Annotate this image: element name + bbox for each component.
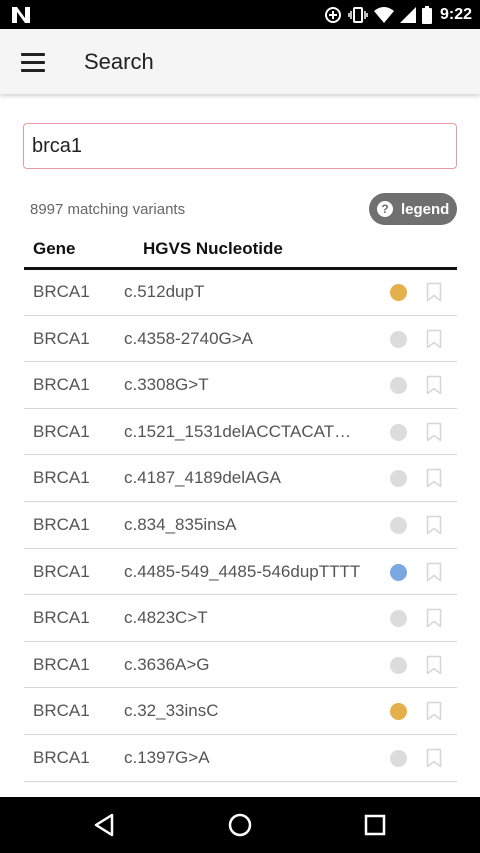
bookmark-icon[interactable] — [426, 282, 442, 302]
bookmark-icon[interactable] — [426, 701, 442, 721]
home-icon[interactable] — [224, 809, 256, 841]
legend-button[interactable]: ? legend — [369, 193, 457, 225]
vibrate-icon — [348, 6, 368, 23]
table-row[interactable]: BRCA1 c.32_33insC — [24, 688, 457, 735]
menu-icon-bar — [21, 52, 45, 56]
gene-cell: BRCA1 — [33, 654, 90, 674]
bookmark-icon[interactable] — [426, 748, 442, 768]
significance-dot — [390, 284, 407, 301]
clock-time: 9:22 — [439, 5, 472, 23]
significance-dot — [390, 703, 407, 721]
gene-cell: BRCA1 — [33, 282, 90, 301]
result-count: 8997 matching variants — [30, 201, 186, 218]
bookmark-icon[interactable] — [426, 468, 442, 488]
gene-cell: BRCA1 — [33, 701, 90, 721]
search-input[interactable] — [23, 123, 457, 169]
help-icon: ? — [377, 201, 393, 217]
hgvs-cell: c.4358-2740G>A — [124, 328, 254, 348]
bookmark-icon[interactable] — [426, 329, 442, 349]
recents-icon[interactable] — [359, 809, 391, 841]
legend-label: legend — [401, 200, 450, 218]
table-row[interactable]: BRCA1 c.834_835insA — [24, 502, 457, 549]
significance-dot — [390, 749, 407, 767]
gene-cell: BRCA1 — [33, 468, 90, 488]
column-header-hgvs: HGVS Nucleotide — [143, 239, 283, 258]
gene-cell: BRCA1 — [33, 375, 90, 395]
page-title: Search — [84, 49, 154, 74]
significance-dot — [390, 516, 407, 534]
app-bar: Search — [0, 29, 480, 94]
battery-icon — [421, 5, 432, 24]
signal-icon — [399, 6, 416, 23]
gene-cell: BRCA1 — [33, 608, 90, 628]
gene-cell: BRCA1 — [33, 747, 90, 767]
table-row[interactable]: BRCA1 c.4187_4189delAGA — [24, 455, 457, 502]
significance-dot — [390, 563, 407, 581]
status-icons: 9:22 — [324, 0, 472, 29]
table-row[interactable]: BRCA1 c.3636A>G — [24, 642, 457, 689]
menu-button[interactable] — [14, 43, 52, 81]
bookmark-icon[interactable] — [426, 655, 442, 675]
bookmark-icon[interactable] — [426, 375, 442, 395]
gene-cell: BRCA1 — [33, 561, 90, 581]
hgvs-cell: c.3308G>T — [124, 375, 209, 395]
back-icon[interactable] — [88, 809, 120, 841]
hgvs-cell: c.4187_4189delAGA — [124, 468, 281, 488]
table-header: Gene HGVS Nucleotide — [24, 236, 457, 270]
menu-icon-bar — [21, 68, 45, 72]
table-row[interactable]: BRCA1 c.4485-549_4485-546dupTTTT — [24, 549, 457, 596]
gene-cell: BRCA1 — [33, 421, 90, 441]
significance-dot — [390, 470, 407, 488]
results-table: BRCA1 c.512dupT BRCA1 c.4358-2740G>A BRCA1 c.… — [24, 269, 457, 782]
hgvs-cell: c.32_33insC — [124, 701, 219, 721]
hgvs-cell: c.3636A>G — [124, 654, 210, 674]
bookmark-icon[interactable] — [426, 608, 442, 628]
hgvs-cell: c.834_835insA — [124, 514, 237, 534]
column-header-gene: Gene — [33, 239, 76, 258]
status-bar: 9:22 — [0, 0, 480, 29]
significance-dot — [390, 656, 407, 674]
bookmark-icon[interactable] — [426, 422, 442, 442]
hgvs-cell: c.512dupT — [124, 282, 205, 301]
hgvs-cell: c.4485-549_4485-546dupTTTT — [124, 561, 361, 581]
bookmark-icon[interactable] — [426, 562, 442, 582]
table-row[interactable]: BRCA1 c.4358-2740G>A — [24, 316, 457, 363]
notification-n-icon — [12, 7, 30, 23]
significance-dot — [390, 330, 407, 348]
significance-dot — [390, 377, 407, 395]
data-saver-icon — [324, 6, 341, 23]
menu-icon-bar — [21, 60, 45, 64]
hgvs-cell: c.4823C>T — [124, 608, 208, 628]
gene-cell: BRCA1 — [33, 514, 90, 534]
table-row[interactable]: BRCA1 c.1521_1531delACCTACATCAT — [24, 409, 457, 456]
significance-dot — [390, 610, 407, 628]
hgvs-cell: c.1397G>A — [124, 747, 210, 767]
table-row[interactable]: BRCA1 c.512dupT — [24, 269, 457, 316]
table-row[interactable]: BRCA1 c.4823C>T — [24, 595, 457, 642]
wifi-icon — [373, 6, 394, 23]
system-nav-bar — [0, 797, 480, 853]
bookmark-icon[interactable] — [426, 515, 442, 535]
significance-dot — [390, 423, 407, 441]
table-row[interactable]: BRCA1 c.1397G>A — [24, 735, 457, 782]
gene-cell: BRCA1 — [33, 328, 90, 348]
hgvs-cell: c.1521_1531delACCTACATCAT — [124, 421, 362, 441]
table-row[interactable]: BRCA1 c.3308G>T — [24, 362, 457, 409]
